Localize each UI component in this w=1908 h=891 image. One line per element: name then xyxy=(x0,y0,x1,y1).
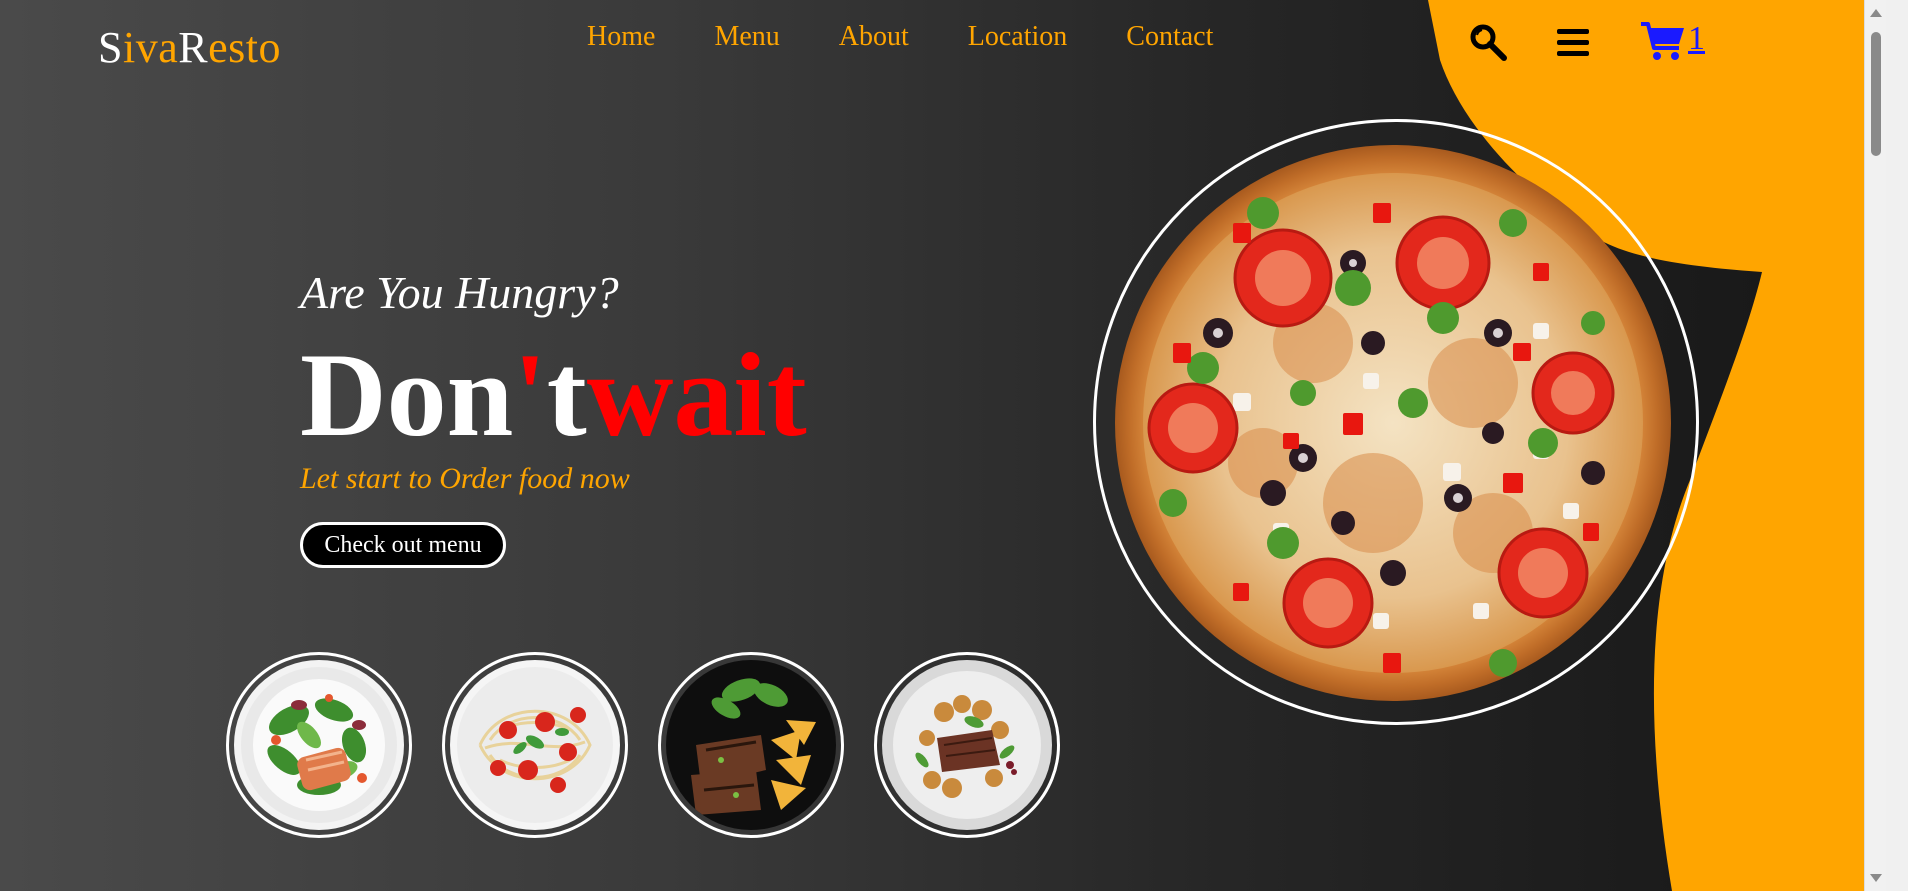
scroll-up-arrow-icon[interactable] xyxy=(1870,9,1882,17)
headline-part-wait: wait xyxy=(586,328,807,461)
featured-pizza-image xyxy=(1115,145,1671,701)
steak-potatoes-image xyxy=(882,660,1052,830)
scroll-down-arrow-icon[interactable] xyxy=(1870,874,1882,882)
cart-button[interactable]: 1 xyxy=(1640,20,1705,64)
menu-button[interactable] xyxy=(1555,27,1591,59)
main-nav: Home Menu About Location Contact xyxy=(587,21,1272,53)
nav-contact[interactable]: Contact xyxy=(1126,21,1213,53)
logo-letter-r: R xyxy=(178,23,209,72)
hamburger-menu-icon xyxy=(1557,29,1589,56)
steak-wedges-image xyxy=(666,660,836,830)
hero-headline: Don'twait xyxy=(300,335,807,455)
site-logo[interactable]: SivaResto xyxy=(98,22,281,73)
nav-about[interactable]: About xyxy=(839,21,909,53)
salmon-salad-image xyxy=(234,660,404,830)
check-out-menu-button[interactable]: Check out menu xyxy=(300,522,506,568)
logo-letter-s: S xyxy=(98,23,123,72)
page-scrollbar[interactable] xyxy=(1864,0,1886,891)
nav-menu[interactable]: Menu xyxy=(714,21,779,53)
headline-apostrophe: ' xyxy=(513,328,547,461)
cart-count: 1 xyxy=(1688,20,1705,57)
thumbnail-salmon-salad[interactable] xyxy=(226,652,412,838)
search-button[interactable] xyxy=(1468,22,1508,62)
thumbnail-steak-potatoes[interactable] xyxy=(874,652,1060,838)
logo-part-esto: esto xyxy=(208,23,281,72)
spaghetti-image xyxy=(450,660,620,830)
hero-tagline: Let start to Order food now xyxy=(300,462,630,495)
hero-subtitle: Are You Hungry? xyxy=(300,267,619,318)
hero-text: Are You Hungry? Don'twait Let start to O… xyxy=(300,267,807,494)
search-icon xyxy=(1470,24,1507,61)
headline-part-don: Don xyxy=(300,328,514,461)
nav-location[interactable]: Location xyxy=(968,21,1068,53)
logo-part-iva: iva xyxy=(122,23,179,72)
landing-page: SivaResto Home Menu About Location Conta… xyxy=(0,0,1886,891)
thumbnail-steak-wedges[interactable] xyxy=(658,652,844,838)
shopping-cart-icon xyxy=(1641,22,1684,60)
scrollbar-thumb[interactable] xyxy=(1871,32,1881,156)
headline-part-t: t xyxy=(546,328,587,461)
thumbnail-spaghetti[interactable] xyxy=(442,652,628,838)
nav-home[interactable]: Home xyxy=(587,21,655,53)
